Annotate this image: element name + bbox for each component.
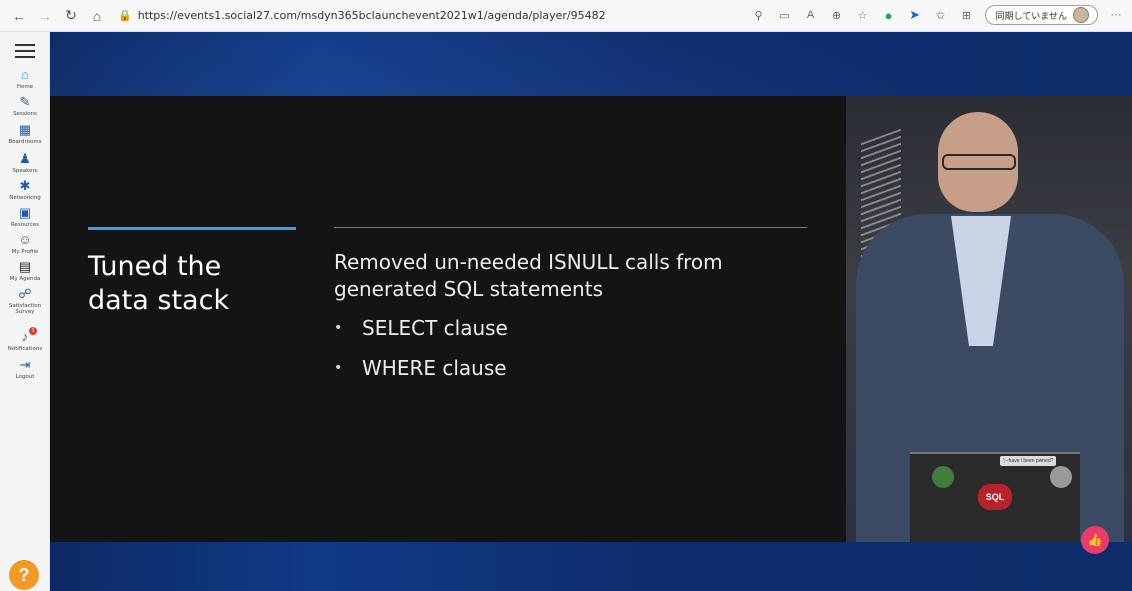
key-icon[interactable]: ⚲ — [751, 7, 767, 23]
logout-icon: ⇥ — [19, 357, 31, 372]
sidebar-item-home[interactable]: ⌂ Home — [0, 67, 50, 91]
sidebar-item-label: Networking — [9, 195, 41, 201]
bullet-text: SELECT clause — [362, 316, 508, 340]
speaker-video: ';--have i been pwned? SQL — [846, 96, 1132, 542]
sidebar-item-label: Boardrooms — [8, 139, 42, 145]
sidebar-item-label: My Profile — [11, 249, 39, 255]
back-icon[interactable]: ← — [8, 5, 30, 27]
reload-icon[interactable]: ↻ — [60, 5, 82, 27]
hamburger-menu-icon[interactable] — [15, 44, 35, 58]
favorites-icon[interactable]: ✩ — [933, 7, 949, 23]
avatar — [1073, 7, 1089, 23]
sidebar-item-my-agenda[interactable]: ▤ My Agenda — [0, 259, 50, 283]
sidebar-item-label: Sessions — [13, 111, 37, 117]
more-menu-icon[interactable]: ··· — [1108, 7, 1124, 23]
sidebar-item-label: Home — [16, 84, 34, 90]
reader-icon[interactable]: ▭ — [777, 7, 793, 23]
sidebar-item-boardrooms[interactable]: ▦ Boardrooms — [0, 122, 50, 146]
sidebar-item-label: My Agenda — [9, 276, 41, 282]
sync-label: 同期していません — [995, 11, 1067, 22]
browser-toolbar: ← → ↻ ⌂ 🔒 https://events1.social27.com/m… — [0, 0, 1132, 32]
sql-heart-sticker: SQL — [978, 484, 1012, 510]
boardroom-icon: ▦ — [18, 122, 32, 137]
sidebar-item-speakers[interactable]: ♟ Speakers — [0, 151, 50, 175]
content-divider — [334, 227, 807, 228]
lock-icon: 🔒 — [118, 10, 132, 22]
sidebar-item-notifications[interactable]: ♪ 1 Notifications — [0, 327, 50, 352]
slide-lead-text: Removed un-needed ISNULL calls from gene… — [334, 250, 723, 301]
resources-icon: ▣ — [18, 205, 32, 220]
network-icon: ✱ — [19, 178, 31, 193]
read-aloud-icon[interactable]: A — [803, 7, 819, 23]
thumbs-up-icon[interactable]: 👍 — [1081, 526, 1109, 554]
bullet-item: • WHERE clause — [334, 356, 507, 380]
zoom-icon[interactable]: ⊕ — [829, 7, 845, 23]
slide-title: Tuned the data stack — [88, 251, 230, 316]
bullet-dot: • — [334, 320, 343, 336]
extension-green-icon[interactable]: ● — [881, 7, 897, 23]
address-bar[interactable]: 🔒 https://events1.social27.com/msdyn365b… — [118, 5, 838, 27]
browser-nav: ← → ↻ ⌂ — [8, 5, 108, 27]
extension-blue-icon[interactable]: ➤ — [907, 7, 923, 23]
notification-badge: 1 — [29, 327, 37, 335]
collections-icon[interactable]: ⊞ — [959, 7, 975, 23]
sidebar-item-logout[interactable]: ⇥ Logout — [0, 357, 50, 381]
favorite-add-icon[interactable]: ☆ — [855, 7, 871, 23]
forward-icon[interactable]: → — [34, 5, 56, 27]
speaker-icon: ♟ — [19, 151, 31, 166]
sidebar-item-sessions[interactable]: ✎ Sessions — [0, 94, 50, 118]
laptop-sticker-grey — [1050, 466, 1072, 488]
laptop-sticker-green — [932, 466, 954, 488]
title-accent-line — [88, 227, 296, 230]
pencil-icon: ✎ — [19, 94, 31, 109]
sidebar-item-networking[interactable]: ✱ Networking — [0, 178, 50, 202]
agenda-icon: ▤ — [18, 259, 32, 274]
sidebar-item-label: Resources — [10, 222, 40, 228]
browser-tools: ⚲ ▭ A ⊕ ☆ ● ➤ ✩ ⊞ 同期していません ··· — [751, 5, 1124, 25]
home-icon: ⌂ — [21, 67, 29, 82]
video-player[interactable]: Tuned the data stack Removed un-needed I… — [50, 32, 1132, 591]
speaker-glasses — [942, 154, 1016, 170]
profile-icon: ☺ — [18, 232, 32, 247]
laptop-sticker-quote: ';--have i been pwned? — [1000, 456, 1057, 466]
sidebar-item-label: Speakers — [12, 168, 38, 174]
url-text[interactable]: https://events1.social27.com/msdyn365bcl… — [138, 9, 606, 22]
bullet-item: • SELECT clause — [334, 316, 508, 340]
sidebar-item-resources[interactable]: ▣ Resources — [0, 205, 50, 229]
home-icon[interactable]: ⌂ — [86, 5, 108, 27]
survey-icon: ☍ — [18, 286, 32, 301]
sidebar-item-satisfaction-survey[interactable]: ☍ Satisfaction Survey — [0, 286, 50, 316]
profile-sync-button[interactable]: 同期していません — [984, 5, 1098, 25]
sidebar: ⌂ Home ✎ Sessions ▦ Boardrooms ♟ Speaker… — [0, 32, 50, 591]
help-button[interactable]: ? — [9, 560, 39, 590]
sidebar-item-label: Satisfaction Survey — [8, 303, 42, 315]
sidebar-item-my-profile[interactable]: ☺ My Profile — [0, 232, 50, 256]
laptop: ';--have i been pwned? SQL — [910, 452, 1080, 542]
bullet-text: WHERE clause — [362, 356, 507, 380]
bullet-dot: • — [334, 360, 343, 376]
sidebar-item-label: Notifications — [7, 346, 43, 352]
sidebar-item-label: Logout — [15, 374, 35, 380]
presentation-slide: Tuned the data stack Removed un-needed I… — [50, 96, 846, 542]
